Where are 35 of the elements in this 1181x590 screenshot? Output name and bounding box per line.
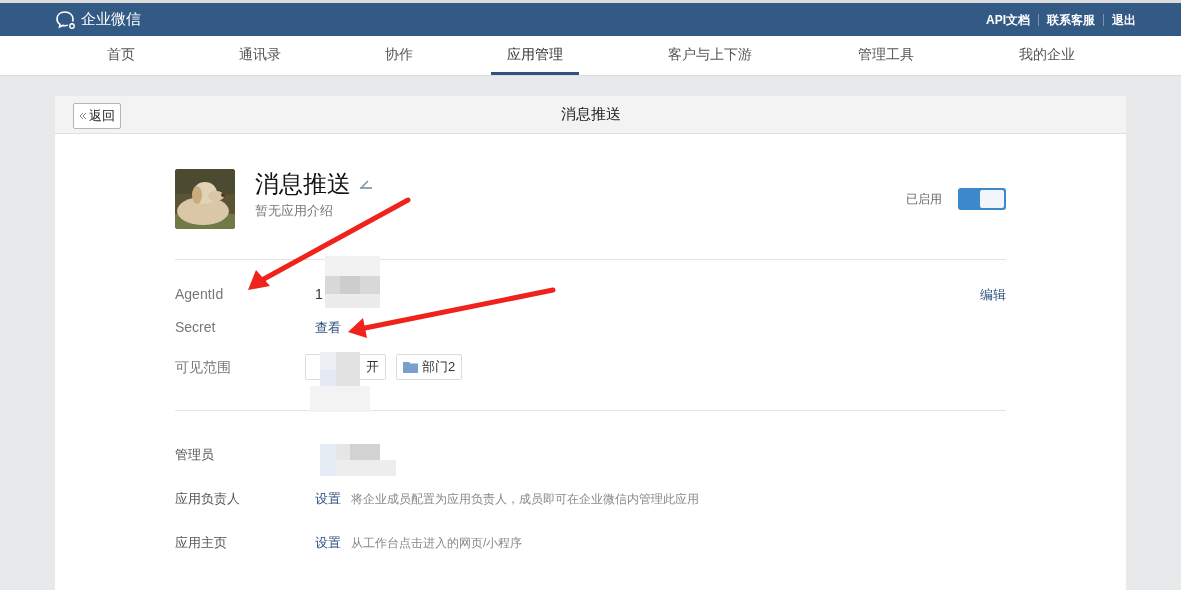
folder-icon: [403, 361, 418, 373]
status-label: 已启用: [906, 191, 942, 208]
enable-toggle[interactable]: [958, 188, 1006, 210]
view-link[interactable]: 查看: [315, 317, 341, 338]
header-link[interactable]: 联系客服: [1047, 10, 1095, 29]
app-description: 暂无应用介绍: [255, 202, 334, 220]
nav-tab[interactable]: 客户与上下游: [652, 36, 768, 75]
setting-label: 应用负责人: [175, 490, 241, 509]
nav-tab[interactable]: 应用管理: [491, 36, 579, 75]
back-button[interactable]: 返回: [73, 103, 121, 129]
setting-label: 应用主页: [175, 534, 228, 553]
nav-tab[interactable]: 协作: [369, 36, 429, 75]
double-chevron-left-icon: [79, 112, 87, 120]
agentid-value: 1: [315, 285, 323, 304]
nav-tab[interactable]: 首页: [91, 36, 151, 75]
brand-name: 企业微信: [81, 9, 141, 30]
nav-tab[interactable]: 管理工具: [842, 36, 930, 75]
nav-tab[interactable]: 通讯录: [223, 36, 297, 75]
set-link[interactable]: 设置: [315, 489, 341, 509]
setting-hint: 将企业成员配置为应用负责人，成员即可在企业微信内管理此应用: [351, 491, 699, 508]
header-link[interactable]: API文档: [986, 10, 1030, 29]
setting-hint: 从工作台点击进入的网页/小程序: [351, 535, 523, 552]
edit-link[interactable]: 编辑: [980, 284, 1006, 305]
app-name: 消息推送: [255, 169, 351, 199]
nav-tab[interactable]: 我的企业: [1003, 36, 1091, 75]
agentid-label: AgentId: [175, 285, 225, 304]
set-link[interactable]: 设置: [315, 533, 341, 553]
visibility-label: 可见范围: [175, 357, 232, 377]
secret-label: Secret: [175, 318, 217, 337]
setting-label: 管理员: [175, 446, 215, 465]
scope-tag: 部门2: [396, 354, 463, 380]
chat-bubble-logo-icon: [55, 9, 77, 30]
header-link[interactable]: 退出: [1112, 10, 1136, 29]
panel-title: 消息推送: [560, 104, 621, 125]
edit-icon[interactable]: [359, 179, 373, 189]
